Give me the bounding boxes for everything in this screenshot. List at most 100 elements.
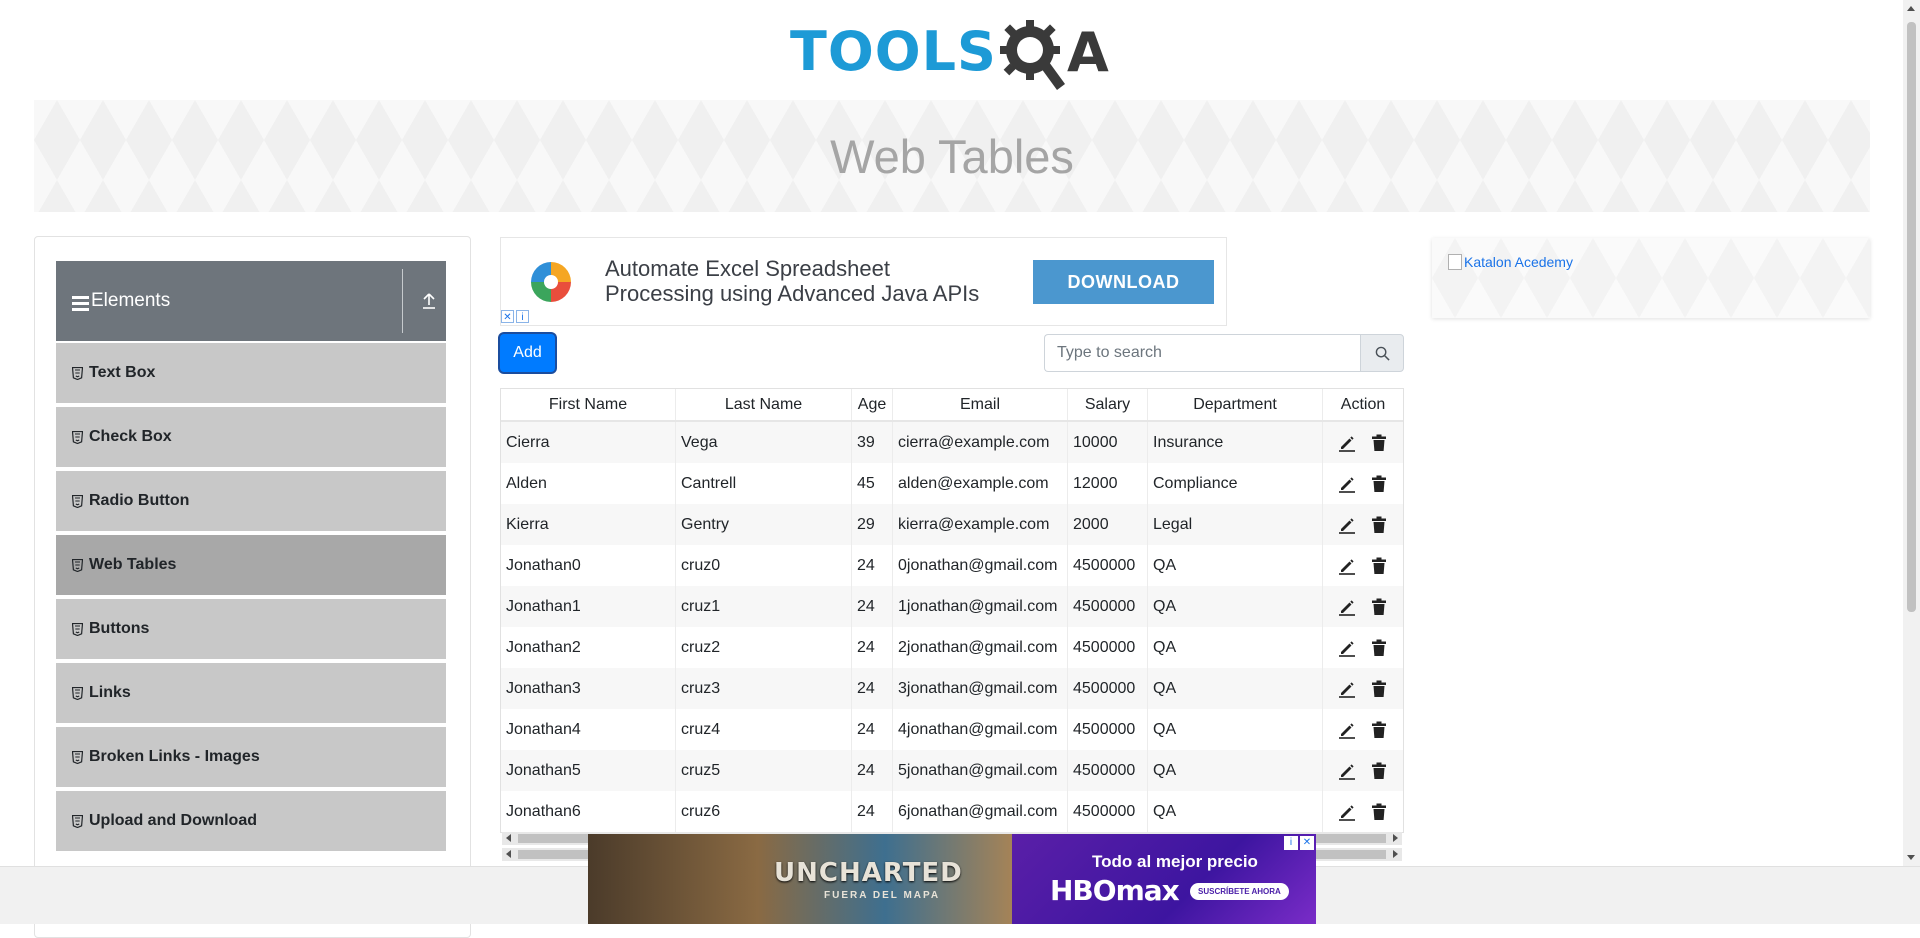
ad-headline: Automate Excel Spreadsheet Processing us… [605, 256, 979, 306]
html5-icon [72, 494, 83, 508]
search-icon [1375, 346, 1390, 361]
cell-department: Compliance [1148, 463, 1323, 504]
subscribe-button[interactable]: SUSCRÍBETE AHORA [1190, 883, 1289, 900]
delete-icon[interactable] [1370, 598, 1388, 616]
sidebar-group-title: Elements [91, 290, 171, 311]
hbomax-ad-panel[interactable]: Todo al mejor precio HBOmax SUSCRÍBETE A… [1012, 834, 1316, 924]
edit-icon[interactable] [1338, 475, 1356, 493]
delete-icon[interactable] [1370, 762, 1388, 780]
sidebar-item-broken-links-images[interactable]: Broken Links - Images [56, 727, 446, 789]
collapse-icon[interactable] [420, 291, 438, 311]
katalon-alt-text: Katalon Acedemy [1464, 254, 1573, 270]
delete-icon[interactable] [1370, 803, 1388, 821]
close-icon[interactable]: ✕ [1300, 836, 1314, 850]
column-header-last-name[interactable]: Last Name [676, 389, 852, 420]
delete-icon[interactable] [1370, 680, 1388, 698]
toolsqa-logo[interactable]: TOOLS A [790, 14, 1120, 90]
page-title: Web Tables [830, 129, 1074, 183]
cell-first-name: Jonathan0 [501, 545, 676, 586]
add-button[interactable]: Add [500, 334, 555, 372]
scroll-right-icon[interactable] [1393, 850, 1398, 858]
cell-email: 5jonathan@gmail.com [893, 750, 1068, 791]
delete-icon[interactable] [1370, 516, 1388, 534]
page-vertical-scrollbar[interactable] [1903, 0, 1920, 866]
info-icon[interactable]: i [516, 310, 529, 323]
hamburger-icon [72, 295, 89, 311]
movie-title: UNCHARTED [774, 858, 963, 888]
bottom-advertisement[interactable]: UNCHARTED FUERA DEL MAPA Todo al mejor p… [588, 834, 1316, 924]
cell-action [1323, 422, 1403, 463]
cell-last-name: cruz5 [676, 750, 852, 791]
top-advertisement[interactable]: Automate Excel Spreadsheet Processing us… [500, 237, 1227, 326]
cell-age: 39 [852, 422, 893, 463]
search-input[interactable] [1044, 334, 1360, 372]
column-header-first-name[interactable]: First Name [501, 389, 676, 420]
edit-icon[interactable] [1338, 639, 1356, 657]
scrollbar-thumb[interactable] [1907, 22, 1916, 612]
cell-action [1323, 586, 1403, 627]
scroll-up-icon[interactable] [1907, 6, 1915, 11]
cell-first-name: Jonathan3 [501, 668, 676, 709]
movie-ad-panel[interactable]: UNCHARTED FUERA DEL MAPA [588, 834, 1012, 924]
cell-salary: 10000 [1068, 422, 1148, 463]
edit-icon[interactable] [1338, 721, 1356, 739]
search-box [1044, 334, 1404, 372]
table-row: Jonathan1 cruz1 24 1jonathan@gmail.com 45000… [501, 586, 1403, 627]
edit-icon[interactable] [1338, 557, 1356, 575]
adchoices-badge[interactable]: ✕ i [501, 310, 531, 323]
edit-icon[interactable] [1338, 680, 1356, 698]
hbomax-logo: HBOmax [1050, 874, 1180, 907]
cell-email: 4jonathan@gmail.com [893, 709, 1068, 750]
cell-salary: 4500000 [1068, 627, 1148, 668]
column-header-department[interactable]: Department [1148, 389, 1323, 420]
cell-salary: 2000 [1068, 504, 1148, 545]
cell-age: 24 [852, 791, 893, 832]
cell-salary: 4500000 [1068, 709, 1148, 750]
info-icon[interactable]: i [1284, 836, 1298, 850]
gear-q-icon [999, 20, 1065, 90]
delete-icon[interactable] [1370, 557, 1388, 575]
column-header-email[interactable]: Email [893, 389, 1068, 420]
scroll-left-icon[interactable] [506, 850, 511, 858]
close-icon[interactable]: ✕ [501, 310, 514, 323]
delete-icon[interactable] [1370, 434, 1388, 452]
sidebar-item-upload-and-download[interactable]: Upload and Download [56, 791, 446, 853]
cell-action [1323, 791, 1403, 832]
ad-download-button[interactable]: DOWNLOAD [1033, 260, 1214, 304]
cell-department: Insurance [1148, 422, 1323, 463]
sidebar-item-links[interactable]: Links [56, 663, 446, 725]
edit-icon[interactable] [1338, 803, 1356, 821]
scroll-down-icon[interactable] [1907, 855, 1915, 860]
cell-age: 24 [852, 545, 893, 586]
cell-first-name: Jonathan1 [501, 586, 676, 627]
cell-department: QA [1148, 750, 1323, 791]
sidebar-item-web-tables[interactable]: Web Tables [56, 535, 446, 597]
sidebar-group-elements[interactable]: Elements [56, 261, 446, 341]
edit-icon[interactable] [1338, 516, 1356, 534]
column-header-age[interactable]: Age [852, 389, 893, 420]
cell-department: QA [1148, 627, 1323, 668]
column-header-salary[interactable]: Salary [1068, 389, 1148, 420]
search-button[interactable] [1360, 334, 1404, 372]
cell-first-name: Jonathan5 [501, 750, 676, 791]
delete-icon[interactable] [1370, 721, 1388, 739]
sidebar-item-label: Broken Links - Images [89, 748, 260, 765]
delete-icon[interactable] [1370, 639, 1388, 657]
sidebar-item-radio-button[interactable]: Radio Button [56, 471, 446, 533]
cell-age: 24 [852, 586, 893, 627]
right-advertisement[interactable]: Katalon Acedemy [1432, 238, 1870, 318]
scroll-right-icon[interactable] [1393, 834, 1398, 842]
sidebar-item-buttons[interactable]: Buttons [56, 599, 446, 661]
cell-email: kierra@example.com [893, 504, 1068, 545]
broken-image-icon [1448, 254, 1462, 270]
katalon-ad-link[interactable]: Katalon Acedemy [1448, 254, 1573, 270]
edit-icon[interactable] [1338, 434, 1356, 452]
delete-icon[interactable] [1370, 475, 1388, 493]
sidebar-item-check-box[interactable]: Check Box [56, 407, 446, 469]
scroll-left-icon[interactable] [506, 834, 511, 842]
sidebar-item-text-box[interactable]: Text Box [56, 343, 446, 405]
cell-salary: 4500000 [1068, 750, 1148, 791]
cell-email: cierra@example.com [893, 422, 1068, 463]
edit-icon[interactable] [1338, 598, 1356, 616]
edit-icon[interactable] [1338, 762, 1356, 780]
